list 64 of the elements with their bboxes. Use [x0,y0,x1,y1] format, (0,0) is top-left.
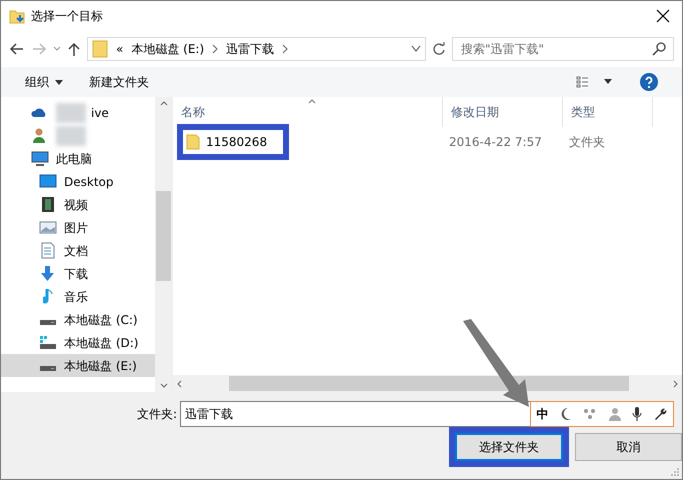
scroll-up-icon[interactable] [160,101,168,106]
film-icon [39,196,57,213]
sidebar-item[interactable]: ive [1,101,155,124]
caret-icon [55,80,63,84]
overflow-chevron[interactable]: « [116,40,124,58]
close-icon[interactable] [656,9,670,23]
computer-icon [31,150,49,167]
folder-download-icon [9,8,25,24]
column-header[interactable]: 修改日期 [443,97,563,127]
search-icon [652,42,666,56]
drive-icon [39,334,57,351]
sidebar-item[interactable]: 本地磁盘 (C:) [1,308,155,331]
view-options-icon[interactable] [576,76,614,88]
up-arrow-icon[interactable] [67,41,81,57]
folder-icon [92,40,108,58]
dots-icon[interactable] [583,407,598,421]
chevron-icon[interactable] [212,44,218,54]
organize-menu[interactable]: 组织 [25,73,63,91]
drive-icon [40,320,56,325]
picture-icon [39,219,57,236]
sidebar-item[interactable]: 此电脑 [1,147,155,170]
resize-grip-icon [671,468,679,476]
column-header[interactable]: 名称 [173,97,443,127]
breadcrumb[interactable]: 迅雷下载 [226,40,274,58]
sidebar-item[interactable]: 音乐 [1,285,155,308]
cancel-button[interactable]: 取消 [574,433,682,461]
document-icon [39,242,57,259]
help-icon[interactable] [640,73,658,91]
microphone-icon[interactable] [632,406,642,422]
music-note-icon [43,289,53,304]
column-header[interactable]: 类型 [563,97,653,127]
sidebar-item[interactable]: 文档 [1,239,155,262]
sidebar-item[interactable]: 下载 [1,262,155,285]
chevron-icon[interactable] [282,44,288,54]
scroll-down-icon[interactable] [160,383,168,388]
scrollbar-thumb[interactable] [156,191,171,281]
back-arrow-icon[interactable] [9,41,25,57]
folder-icon [186,134,200,150]
drive-icon [40,366,56,371]
scroll-left-icon[interactable] [177,380,182,388]
breadcrumb[interactable]: 本地磁盘 (E:) [131,40,204,58]
wrench-icon[interactable] [653,407,668,421]
refresh-icon[interactable] [432,42,446,56]
search-field[interactable]: 搜索"迅雷下载" [452,37,674,61]
table-cell-text: 2016-4-22 7:57 [448,134,543,151]
desktop-icon [39,173,57,190]
sidebar-item[interactable]: 视频 [1,193,155,216]
sort-caret-icon[interactable] [308,99,316,104]
new-folder-button[interactable]: 新建文件夹 [89,73,149,91]
caret-icon[interactable] [53,45,61,53]
scrollbar-thumb[interactable] [228,376,628,391]
field-label: 文件夹: [137,406,178,423]
sidebar-item[interactable]: 图片 [1,216,155,239]
moon-icon[interactable] [560,407,572,421]
sidebar-item[interactable]: 本地磁盘 (D:) [1,331,155,354]
dropdown-caret-icon[interactable] [411,45,421,53]
table-cell-text: 文件夹 [568,134,606,151]
folder-item[interactable]: 11580268 [183,130,283,154]
download-arrow-icon [39,265,57,282]
address-bar[interactable]: « 本地磁盘 (E:) 迅雷下载 [87,37,426,61]
scroll-right-icon[interactable] [673,380,678,388]
sidebar-item[interactable]: 本地磁盘 (E:) [1,354,155,377]
sidebar-item[interactable]: Desktop [1,170,155,193]
window-title: 选择一个目标 [31,8,103,25]
